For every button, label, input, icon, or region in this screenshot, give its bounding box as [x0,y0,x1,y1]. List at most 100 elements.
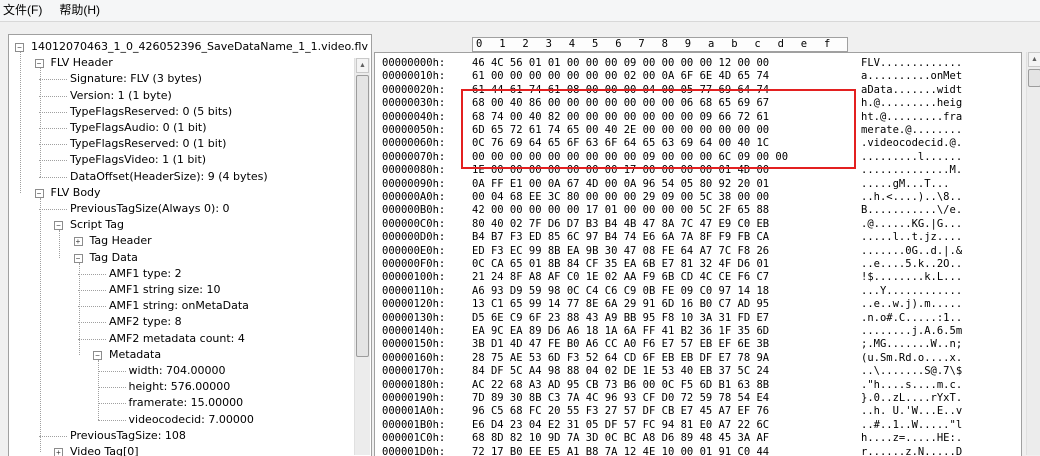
tree-node[interactable]: Tag Header [90,233,152,249]
hex-row-bytes: 21 24 8F A8 AF C0 1E 02 AA F9 6B CD 4C C… [472,271,770,284]
tree-node[interactable]: AMF2 type: 8 [109,314,182,330]
hex-row: 000001C0h: 68 8D 82 10 9D 7A 3D 0C BC A8 … [375,431,1021,445]
tree-node[interactable]: AMF1 type: 2 [109,266,182,282]
hex-row-bytes: 00 04 68 EE 3C 80 00 00 00 29 09 00 5C 3… [472,191,770,203]
tree-node-label: 14012070463_1_0_426052396_SaveDataName_1… [31,40,368,53]
tree-node-label: Version: 1 (1 byte) [70,88,172,102]
hex-row-ascii: ..h. U.'W...E..v [861,405,963,418]
tree-node[interactable]: PreviousTagSize(Always 0): 0 [70,201,230,217]
tree-node[interactable]: Tag Data [90,250,138,266]
tree-node[interactable]: TypeFlagsAudio: 0 (1 bit) [70,120,207,136]
structure-tree[interactable]: 14012070463_1_0_426052396_SaveDataName_1… [8,34,372,456]
tree-node[interactable]: height: 576.00000 [129,379,231,395]
hex-row-ascii: ........j.A.6.5m [861,325,963,337]
hex-row-ascii: h.@.........heig [861,97,963,110]
tree-node[interactable]: 14012070463_1_0_426052396_SaveDataName_1… [31,39,368,55]
tree-node[interactable]: TypeFlagsVideo: 1 (1 bit) [70,152,206,168]
tree-node[interactable]: TypeFlagsReserved: 0 (5 bits) [70,104,232,120]
hex-column-label: 2 [522,38,529,50]
hex-row-ascii: ..\.......S@.7\$ [861,365,963,378]
tree-node[interactable]: FLV Header [51,55,113,71]
menu-file[interactable]: 文件(F) [0,0,51,21]
tree-scroll-thumb[interactable] [356,75,369,357]
hex-row-ascii: FLV............. [861,57,963,69]
menu-bar: 文件(F) 帮助(H) [0,0,1040,22]
hex-row-ascii: B...........\/e. [861,204,963,217]
tree-node-label: PreviousTagSize(Always 0): 0 [70,202,230,215]
hex-column-label: c [754,38,761,50]
tree-node[interactable]: TypeFlagsReserved: 0 (1 bit) [70,136,226,152]
hex-row-bytes: 68 74 00 40 82 00 00 00 00 00 00 00 09 6… [472,110,770,123]
tree-node[interactable]: Metadata [109,347,161,363]
tree-node-label: TypeFlagsVideo: 1 (1 bit) [70,153,207,167]
collapse-minus-icon[interactable]: − [34,188,44,198]
hex-column-label: 4 [568,38,576,50]
hex-scrollbar[interactable]: ▲ [1026,52,1040,455]
tree-node[interactable]: FLV Body [51,185,101,201]
hex-row: 00000070h: 00 00 00 00 00 00 00 00 00 09 … [375,150,1021,164]
tree-node[interactable]: AMF1 string: onMetaData [109,298,249,314]
tree-connector [98,359,99,420]
tree-connector [59,230,60,258]
tree-node[interactable]: DataOffset(HeaderSize): 9 (4 bytes) [70,169,268,185]
hex-row: 000000E0h: ED F3 EC 99 8B EA 9B 30 47 08 … [375,244,1021,258]
hex-row: 000001D0h: 72 17 B0 EE E5 A1 B8 7A 12 4E … [375,445,1021,456]
menu-help[interactable]: 帮助(H) [51,0,109,21]
expand-plus-icon[interactable]: + [73,237,83,247]
hex-view[interactable]: 000001E0h:15 38 4F 6D CC 16 EE B7 F2 62 … [374,52,1022,456]
hex-row: 000000F0h: 0C CA 65 01 8B 84 CF 35 EA 6B … [375,257,1021,271]
tree-node[interactable]: width: 704.00000 [129,363,226,379]
tree-node[interactable]: AMF1 string size: 10 [109,282,220,298]
hex-column-label: d [777,38,784,50]
hex-column-label: 7 [638,38,645,50]
hex-row-offset: 00000190h: [382,392,446,404]
collapse-minus-icon[interactable]: − [93,350,102,360]
hex-row-bytes: ED F3 EC 99 8B EA 9B 30 47 08 FE 64 A7 7… [472,244,770,257]
hex-row-bytes: 42 00 00 00 00 00 17 01 00 00 00 00 5C 2… [472,204,770,217]
tree-connector [78,338,106,340]
hex-row: 000000A0h: 00 04 68 EE 3C 80 00 00 00 29 … [375,190,1021,204]
collapse-minus-icon[interactable]: − [54,221,63,231]
hex-row-bytes: A6 93 D9 59 98 0C C4 C6 C9 0B FE 09 C0 9… [472,284,770,297]
hex-row: 00000100h: 21 24 8F A8 AF C0 1E 02 AA F9 … [375,270,1021,284]
hex-row: 00000080h: 1E 00 00 00 00 00 00 00 17 00 … [375,163,1021,177]
hex-row-offset: 00000160h: [382,351,446,364]
tree-node[interactable]: videocodecid: 7.00000 [129,412,254,428]
hex-row-bytes: 1E 00 00 00 00 00 00 00 17 00 00 00 00 0… [472,164,770,177]
hex-column-label: a [708,38,715,50]
tree-node[interactable]: Signature: FLV (3 bytes) [70,71,202,87]
tree-connector [39,197,41,452]
hex-row-offset: 000000C0h: [382,217,446,230]
hex-row-offset: 000001A0h: [382,405,446,418]
hex-row-offset: 00000050h: [382,124,446,136]
hex-row: 00000180h: AC 22 68 A3 AD 95 CB 73 B6 00 … [375,378,1021,392]
tree-node[interactable]: AMF2 metadata count: 4 [109,331,245,347]
tree-scrollbar[interactable]: ▲ [354,58,370,455]
hex-column-label: e [800,38,808,50]
tree-node[interactable]: framerate: 15.00000 [129,395,244,411]
hex-row: 00000060h: 0C 76 69 64 65 6F 63 6F 64 65 … [375,136,1021,150]
hex-row: 00000050h: 6D 65 72 61 74 65 00 40 2E 00 … [375,123,1021,137]
tree-node[interactable]: Video Tag[0] [70,444,139,456]
hex-row-bytes: 28 75 AE 53 6D F3 52 64 CD 6F EB EB DF E… [472,351,770,364]
tree-node[interactable]: PreviousTagSize: 108 [70,428,186,444]
hex-row: 00000040h: 68 74 00 40 82 00 00 00 00 00 … [375,110,1021,124]
hex-column-label: 1 [499,38,506,50]
hex-row: 000000D0h: B4 B7 F3 ED 85 6C 97 B4 74 E6 … [375,230,1021,244]
tree-node-label: TypeFlagsAudio: 0 (1 bit) [70,121,207,134]
collapse-minus-icon[interactable]: − [15,43,24,52]
hex-row: 00000170h: 84 DF 5C A4 98 88 04 02 DE 1E … [375,364,1021,378]
scroll-up-arrow-icon[interactable]: ▲ [1028,52,1040,67]
hex-row-offset: 00000100h: [382,271,446,284]
tree-node-label: AMF1 type: 2 [109,266,182,280]
tree-node-label: Tag Header [89,234,152,248]
collapse-minus-icon[interactable]: − [73,253,83,263]
hex-column-label: 8 [661,38,668,50]
scroll-up-arrow-icon[interactable]: ▲ [356,58,369,73]
tree-node[interactable]: Version: 1 (1 byte) [70,88,172,104]
tree-node[interactable]: Script Tag [70,217,124,233]
tree-node-label: AMF2 metadata count: 4 [109,331,245,345]
hex-row-ascii: .........l...... [861,150,963,163]
collapse-minus-icon[interactable]: − [34,59,44,69]
hex-scroll-thumb[interactable] [1028,69,1040,87]
